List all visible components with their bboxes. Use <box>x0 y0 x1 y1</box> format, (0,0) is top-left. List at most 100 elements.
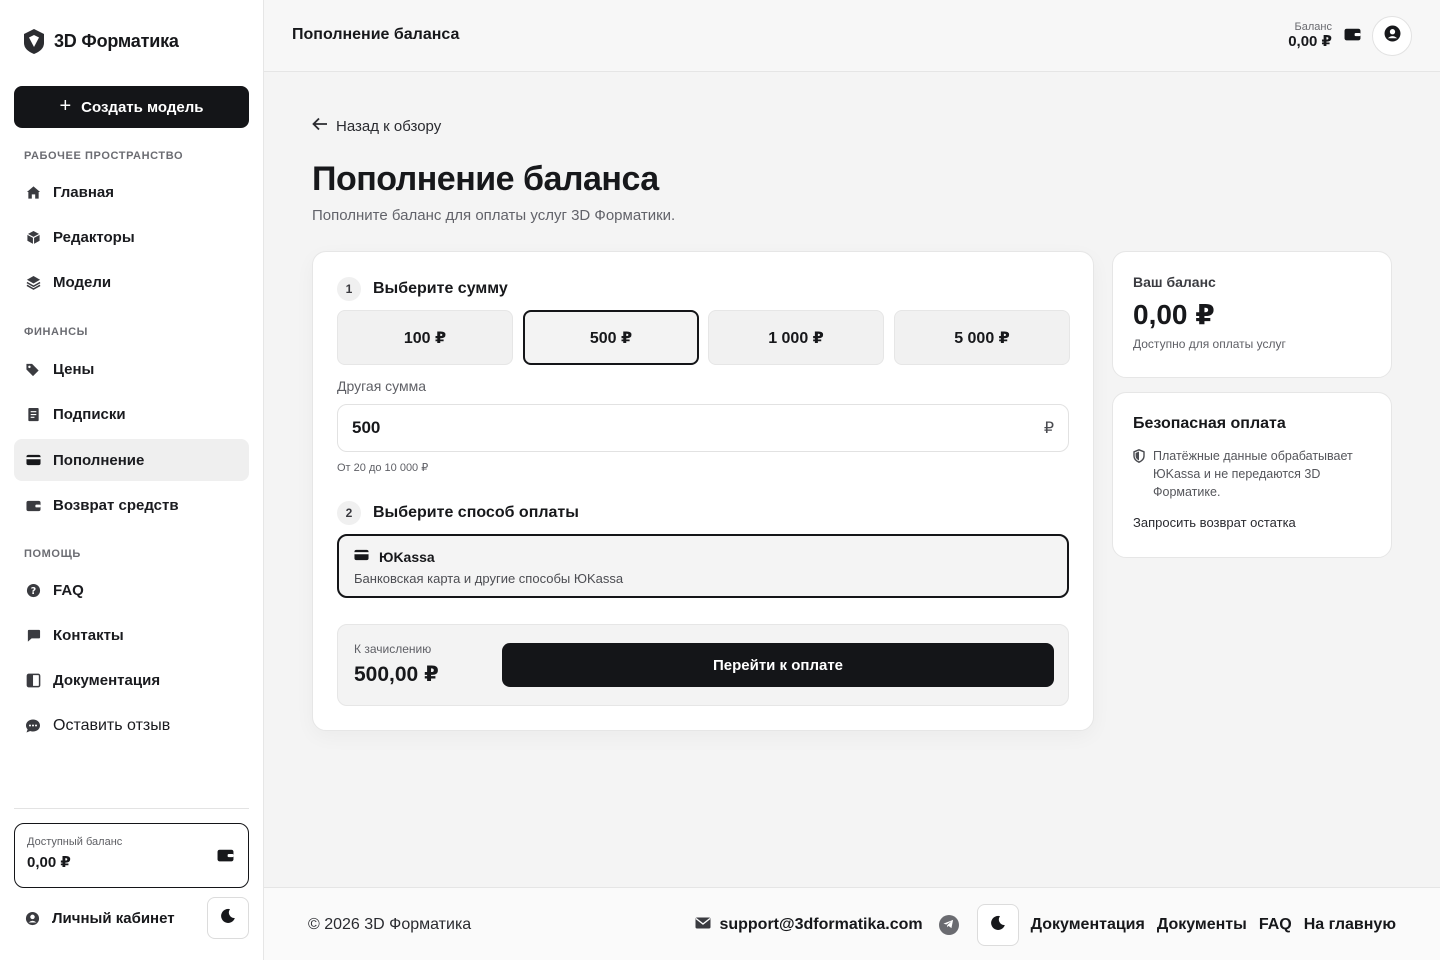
sidebar-item-contacts[interactable]: Контакты <box>14 614 249 656</box>
sidebar-item-subscriptions[interactable]: Подписки <box>14 393 249 435</box>
wallet-icon <box>25 497 41 513</box>
sidebar-item-home[interactable]: Главная <box>14 171 249 213</box>
sidebar-item-label: Редакторы <box>53 228 135 246</box>
personal-cabinet-link[interactable]: Личный кабинет <box>14 897 194 939</box>
footer-copyright: © 2026 3D Форматика <box>308 916 472 933</box>
question-icon: ? <box>25 582 41 598</box>
sidebar-item-prices[interactable]: Цены <box>14 348 249 390</box>
summary-label: К зачислению <box>354 642 432 656</box>
secure-payment-title: Безопасная оплата <box>1133 415 1286 432</box>
chat-icon <box>25 627 41 643</box>
page-title: Пополнение баланса <box>312 160 659 198</box>
footer-link-documentation[interactable]: Документация <box>1031 916 1145 934</box>
footer-link-home[interactable]: На главную <box>1304 916 1396 934</box>
footer-links: support@3dformatika.com Документация Док… <box>695 904 1396 946</box>
svg-text:?: ? <box>30 585 35 596</box>
sidebar-balance-label: Доступный баланс <box>27 836 123 848</box>
request-refund-link[interactable]: Запросить возврат остатка <box>1133 515 1371 530</box>
back-to-overview-link[interactable]: Назад к обзору <box>312 117 441 135</box>
footer-theme-toggle[interactable] <box>976 904 1019 946</box>
create-model-label: Создать модель <box>81 98 204 116</box>
section-label-workspace: Рабочее пространство <box>24 150 184 162</box>
amount-hint: От 20 до 10 000 ₽ <box>337 462 429 474</box>
telegram-button[interactable] <box>938 915 959 935</box>
cube-icon <box>25 229 41 245</box>
secure-payment-card: Безопасная оплата Платёжные данные обраб… <box>1112 392 1392 558</box>
top-bar: Пополнение баланса Баланс 0,00 ₽ <box>264 0 1440 72</box>
footer: © 2026 3D Форматика support@3dformatika.… <box>264 887 1440 960</box>
receipt-icon <box>25 406 41 422</box>
topbar-balance-value: 0,00 ₽ <box>1288 33 1332 50</box>
layers-icon <box>25 274 41 290</box>
footer-link-documents[interactable]: Документы <box>1157 916 1247 934</box>
sidebar-item-docs[interactable]: Документация <box>14 659 249 701</box>
personal-cabinet-label: Личный кабинет <box>52 909 175 927</box>
step-title: Выберите сумму <box>373 280 508 297</box>
payment-method-desc: Банковская карта и другие способы ЮKassa <box>354 571 624 586</box>
comment-dots-icon <box>25 718 41 734</box>
card-icon <box>25 452 41 468</box>
brand[interactable]: 3D Форматика <box>22 27 179 55</box>
sidebar-item-label: FAQ <box>53 581 84 599</box>
wallet-icon[interactable] <box>1344 27 1361 46</box>
sidebar-item-label: Оставить отзыв <box>53 717 171 734</box>
amount-option-500[interactable]: 500 ₽ <box>523 310 699 365</box>
sidebar-item-label: Цены <box>53 360 95 378</box>
step-number: 2 <box>337 501 361 525</box>
home-icon <box>25 184 41 200</box>
sidebar-balance-card[interactable]: Доступный баланс 0,00 ₽ <box>14 823 249 888</box>
create-model-button[interactable]: + Создать модель <box>14 86 249 128</box>
card-icon <box>354 548 369 566</box>
sidebar-item-label: Подписки <box>53 405 126 423</box>
sidebar-item-feedback[interactable]: Оставить отзыв <box>14 705 249 747</box>
shield-logo-icon <box>22 27 46 55</box>
step-choose-amount: 1 Выберите сумму <box>337 277 508 301</box>
arrow-left-icon <box>312 117 328 135</box>
sidebar-divider <box>14 808 249 809</box>
sidebar-item-topup[interactable]: Пополнение <box>14 439 249 481</box>
other-amount-value[interactable]: 500 <box>352 418 1044 438</box>
wallet-icon <box>217 848 234 867</box>
page-subtitle: Пополните баланс для оплаты услуг 3D Фор… <box>312 207 676 224</box>
theme-toggle-button[interactable] <box>207 897 249 939</box>
topbar-title: Пополнение баланса <box>292 26 460 43</box>
amount-option-100[interactable]: 100 ₽ <box>337 310 513 365</box>
step-number: 1 <box>337 277 361 301</box>
brand-name: 3D Форматика <box>54 30 179 51</box>
sidebar-item-label: Пополнение <box>53 451 145 469</box>
sidebar-item-label: Главная <box>53 183 115 201</box>
support-email: support@3dformatika.com <box>719 916 923 933</box>
back-label: Назад к обзору <box>336 117 442 135</box>
go-to-payment-button[interactable]: Перейти к оплате <box>502 643 1054 687</box>
other-amount-label: Другая сумма <box>337 378 427 394</box>
summary-value: 500,00 ₽ <box>354 663 439 686</box>
section-label-help: Помощь <box>24 548 81 560</box>
user-avatar-button[interactable] <box>1372 16 1412 56</box>
sidebar-item-faq[interactable]: ? FAQ <box>14 569 249 611</box>
step-title: Выберите способ оплаты <box>373 504 579 521</box>
sidebar-item-refund[interactable]: Возврат средств <box>14 484 249 526</box>
sidebar-balance-value: 0,00 ₽ <box>27 854 71 871</box>
other-amount-input[interactable]: 500 ₽ <box>337 404 1069 452</box>
sidebar-item-editors[interactable]: Редакторы <box>14 216 249 258</box>
book-icon <box>25 672 41 688</box>
sidebar-item-label: Контакты <box>53 626 124 644</box>
amount-option-5000[interactable]: 5 000 ₽ <box>894 310 1070 365</box>
section-label-finance: Финансы <box>24 326 89 338</box>
balance-card-sub: Доступно для оплаты услуг <box>1133 337 1286 351</box>
sidebar-item-label: Модели <box>53 273 112 291</box>
payment-method-yookassa[interactable]: ЮKassa Банковская карта и другие способы… <box>337 534 1069 598</box>
balance-card-label: Ваш баланс <box>1133 274 1216 290</box>
currency-symbol: ₽ <box>1043 420 1054 437</box>
moon-icon <box>220 908 236 929</box>
topup-form-card: 1 Выберите сумму 100 ₽ 500 ₽ 1 000 ₽ 5 0… <box>312 251 1094 731</box>
step-choose-method: 2 Выберите способ оплаты <box>337 501 579 525</box>
footer-link-faq[interactable]: FAQ <box>1259 916 1292 934</box>
shield-icon <box>1133 449 1145 501</box>
sidebar-item-models[interactable]: Модели <box>14 261 249 303</box>
balance-card-value: 0,00 ₽ <box>1133 299 1215 330</box>
balance-card: Ваш баланс 0,00 ₽ Доступно для оплаты ус… <box>1112 251 1392 378</box>
support-email-link[interactable]: support@3dformatika.com <box>695 916 923 934</box>
amount-option-1000[interactable]: 1 000 ₽ <box>708 310 884 365</box>
payment-method-name: ЮKassa <box>379 549 435 565</box>
